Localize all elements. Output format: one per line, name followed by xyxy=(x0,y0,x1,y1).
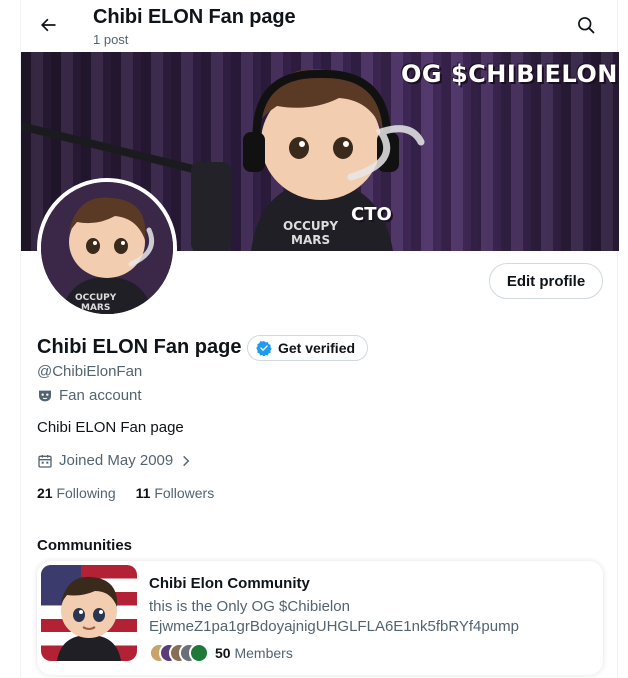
following-count: 21 xyxy=(37,485,53,501)
get-verified-button[interactable]: Get verified xyxy=(247,335,369,361)
back-button[interactable] xyxy=(31,8,65,42)
calendar-icon xyxy=(38,454,52,468)
header-title: Chibi ELON Fan page xyxy=(93,6,296,28)
community-card[interactable]: Chibi Elon Community this is the Only OG… xyxy=(37,561,603,675)
community-name: Chibi Elon Community xyxy=(149,575,310,592)
followers-label: Followers xyxy=(154,485,215,501)
mask-icon xyxy=(39,390,51,401)
community-members: 50 Members xyxy=(149,643,293,663)
svg-text:MARS: MARS xyxy=(291,233,330,247)
joined-label: Joined May 2009 xyxy=(59,452,174,469)
verified-badge-icon xyxy=(256,341,272,356)
joined-date[interactable]: Joined May 2009 xyxy=(37,452,193,469)
communities-heading: Communities xyxy=(37,537,133,554)
followers-link[interactable]: 11 Followers xyxy=(136,485,215,501)
profile-column: Chibi ELON Fan page 1 post OCCUPY MARS O… xyxy=(20,0,619,678)
community-description: this is the Only OG $Chibielon EjwmeZ1pa… xyxy=(149,598,519,635)
account-type-label: Fan account xyxy=(59,387,142,404)
avatar-character-illustration: OCCUPY MARS xyxy=(41,182,173,314)
search-button[interactable] xyxy=(569,8,603,42)
svg-text:MARS: MARS xyxy=(81,303,110,313)
following-link[interactable]: 21 Following xyxy=(37,485,116,501)
svg-text:OCCUPY: OCCUPY xyxy=(283,219,338,233)
search-icon xyxy=(578,17,595,34)
get-verified-label: Get verified xyxy=(278,340,356,356)
profile-name: Chibi ELON Fan page xyxy=(37,336,242,358)
member-avatars xyxy=(149,643,209,663)
profile-bio: Chibi ELON Fan page xyxy=(37,419,184,436)
post-count: 1 post xyxy=(93,32,129,47)
profile-avatar[interactable]: OCCUPY MARS xyxy=(37,178,177,318)
chevron-right-icon xyxy=(183,455,190,466)
banner-tag: CTO xyxy=(351,204,392,225)
community-image xyxy=(41,565,137,661)
account-type: Fan account xyxy=(37,387,142,404)
member-label: Members xyxy=(234,645,293,661)
banner-headline: OG $CHIBIELON xyxy=(401,60,618,88)
profile-header: Chibi ELON Fan page 1 post xyxy=(21,0,619,52)
follow-stats: 21 Following 11 Followers xyxy=(37,485,214,501)
community-character-illustration xyxy=(41,565,121,661)
following-label: Following xyxy=(56,485,116,501)
edit-profile-button[interactable]: Edit profile xyxy=(489,263,603,299)
member-count: 50 xyxy=(215,645,231,661)
member-avatar xyxy=(189,643,209,663)
profile-handle: @ChibiElonFan xyxy=(37,363,143,380)
arrow-left-icon xyxy=(41,18,56,32)
svg-text:OCCUPY: OCCUPY xyxy=(75,293,117,303)
followers-count: 11 xyxy=(135,485,151,501)
